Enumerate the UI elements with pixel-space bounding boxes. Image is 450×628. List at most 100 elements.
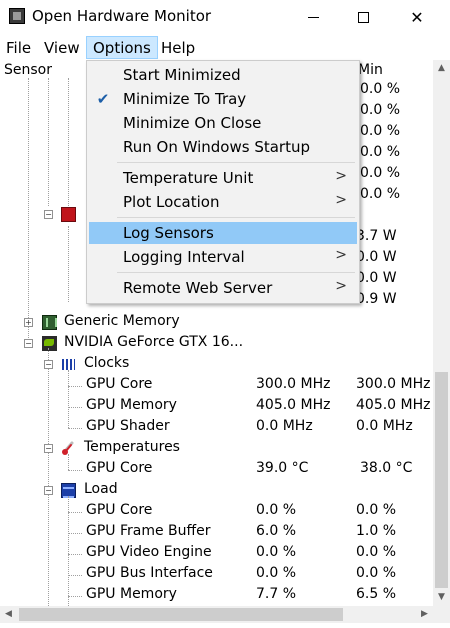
menu-item-remote-web-server[interactable]: Remote Web Server > <box>89 277 357 299</box>
menu-item-minimize-on-close[interactable]: Minimize On Close <box>89 112 357 134</box>
scrollbar-thumb[interactable] <box>19 608 343 621</box>
table-row[interactable]: GPU Core 300.0 MHz 300.0 MHz <box>0 375 433 396</box>
sensor-name: GPU Core <box>86 460 153 476</box>
min-value: 0.0 W <box>356 249 397 265</box>
menu-item-plot-location[interactable]: Plot Location > <box>89 191 357 213</box>
min-value: 38.0 °C <box>360 460 413 476</box>
menu-item-run-on-startup[interactable]: Run On Windows Startup <box>89 136 357 158</box>
submenu-arrow-icon: > <box>335 278 347 294</box>
title-bar: Open Hardware Monitor ✕ <box>0 0 450 34</box>
menu-item-label: Temperature Unit <box>123 169 254 187</box>
min-value: 0.0 % <box>356 544 397 560</box>
menu-item-minimize-to-tray[interactable]: ✔ Minimize To Tray <box>89 88 357 110</box>
menu-item-logging-interval[interactable]: Logging Interval > <box>89 246 357 268</box>
min-value: 0.0 % <box>360 144 401 160</box>
menu-item-label: Plot Location <box>123 193 220 211</box>
power-icon <box>61 207 76 222</box>
min-value: 0.0 % <box>360 102 401 118</box>
scrollbar-corner <box>433 606 450 623</box>
tree-node-temperatures[interactable]: Temperatures <box>0 438 433 459</box>
maximize-icon <box>357 11 369 23</box>
menu-options[interactable]: Options <box>86 36 158 59</box>
maximize-button[interactable] <box>340 0 386 34</box>
minimize-button[interactable] <box>290 0 336 34</box>
table-row[interactable]: GPU Memory 405.0 MHz 405.0 MHz <box>0 396 433 417</box>
table-row[interactable]: GPU Memory 7.7 % 6.5 % <box>0 585 433 606</box>
scroll-up-icon[interactable]: ▲ <box>433 60 450 77</box>
min-value: 405.0 MHz <box>356 397 431 413</box>
menu-file[interactable]: File <box>0 36 37 59</box>
menu-item-label: Log Sensors <box>123 224 214 242</box>
min-value: 0.0 % <box>360 81 401 97</box>
node-label: Generic Memory <box>64 313 180 329</box>
vertical-scrollbar[interactable]: ▲ ▼ <box>433 60 450 606</box>
close-icon: ✕ <box>410 7 424 27</box>
min-value: 0.0 MHz <box>356 418 413 434</box>
sensor-name: GPU Memory <box>86 586 177 602</box>
table-row[interactable]: GPU Core 0.0 % 0.0 % <box>0 501 433 522</box>
table-row[interactable]: GPU Frame Buffer 6.0 % 1.0 % <box>0 522 433 543</box>
sensor-value: 0.0 % <box>256 565 297 581</box>
min-value: 0.0 % <box>356 565 397 581</box>
horizontal-scrollbar[interactable]: ◀ ▶ <box>0 606 433 623</box>
sensor-name: GPU Frame Buffer <box>86 523 211 539</box>
submenu-arrow-icon: > <box>335 192 347 208</box>
sensor-value: 0.0 % <box>256 544 297 560</box>
node-label: Temperatures <box>84 439 180 455</box>
sensor-value: 0.0 MHz <box>256 418 313 434</box>
sensor-name: GPU Shader <box>86 418 170 434</box>
min-value: 0.9 W <box>356 291 397 307</box>
menu-item-label: Run On Windows Startup <box>123 138 311 156</box>
sensor-value: 0.0 % <box>256 502 297 518</box>
node-label: Clocks <box>84 355 130 371</box>
sensor-value: 39.0 °C <box>256 460 309 476</box>
menu-item-start-minimized[interactable]: Start Minimized <box>89 64 357 86</box>
column-header-sensor[interactable]: Sensor <box>4 62 52 78</box>
tree-node-load[interactable]: Load <box>0 480 433 501</box>
submenu-arrow-icon: > <box>335 168 347 184</box>
close-button[interactable]: ✕ <box>394 0 440 34</box>
scrollbar-thumb[interactable] <box>435 372 448 588</box>
menu-bar: File View Options Help <box>0 36 450 60</box>
sensor-value: 405.0 MHz <box>256 397 331 413</box>
table-row[interactable]: GPU Bus Interface 0.0 % 0.0 % <box>0 564 433 585</box>
tree-node-generic-memory[interactable]: Generic Memory <box>0 312 433 333</box>
min-value: 6.5 % <box>356 586 397 602</box>
options-menu: Start Minimized ✔ Minimize To Tray Minim… <box>86 60 360 304</box>
menu-item-label: Remote Web Server <box>123 279 273 297</box>
table-row[interactable]: GPU Shader 0.0 MHz 0.0 MHz <box>0 417 433 438</box>
min-value: 0.0 % <box>360 186 401 202</box>
window-title: Open Hardware Monitor <box>32 7 212 25</box>
min-value: 300.0 MHz <box>356 376 431 392</box>
menu-item-temperature-unit[interactable]: Temperature Unit > <box>89 167 357 189</box>
column-header-min[interactable]: Min <box>358 62 383 78</box>
tree-node-gpu[interactable]: NVIDIA GeForce GTX 16... <box>0 333 433 354</box>
hardware-monitor-icon <box>9 8 25 24</box>
table-row[interactable]: GPU Video Engine 0.0 % 0.0 % <box>0 543 433 564</box>
min-value: 0.0 % <box>356 502 397 518</box>
scroll-down-icon[interactable]: ▼ <box>433 589 450 606</box>
submenu-arrow-icon: > <box>335 247 347 263</box>
menu-separator <box>117 162 355 163</box>
scroll-left-icon[interactable]: ◀ <box>0 606 17 623</box>
checkmark-icon: ✔ <box>96 90 110 108</box>
menu-item-log-sensors[interactable]: Log Sensors <box>89 222 357 244</box>
menu-help[interactable]: Help <box>155 36 201 59</box>
min-value: 1.0 % <box>356 523 397 539</box>
sensor-name: GPU Core <box>86 502 153 518</box>
sensor-name: GPU Video Engine <box>86 544 212 560</box>
sensor-name: GPU Memory <box>86 397 177 413</box>
node-label: Load <box>84 481 118 497</box>
sensor-value: 300.0 MHz <box>256 376 331 392</box>
menu-view[interactable]: View <box>38 36 86 59</box>
table-row[interactable]: GPU Core 39.0 °C 38.0 °C <box>0 459 433 480</box>
tree-node-clocks[interactable]: Clocks <box>0 354 433 375</box>
min-value: 3.7 W <box>356 228 397 244</box>
menu-item-label: Start Minimized <box>123 66 241 84</box>
menu-separator <box>117 272 355 273</box>
menu-separator <box>117 217 355 218</box>
sensor-value: 6.0 % <box>256 523 297 539</box>
scroll-right-icon[interactable]: ▶ <box>416 606 433 623</box>
sensor-name: GPU Core <box>86 376 153 392</box>
collapse-toggle[interactable]: − <box>44 210 53 219</box>
